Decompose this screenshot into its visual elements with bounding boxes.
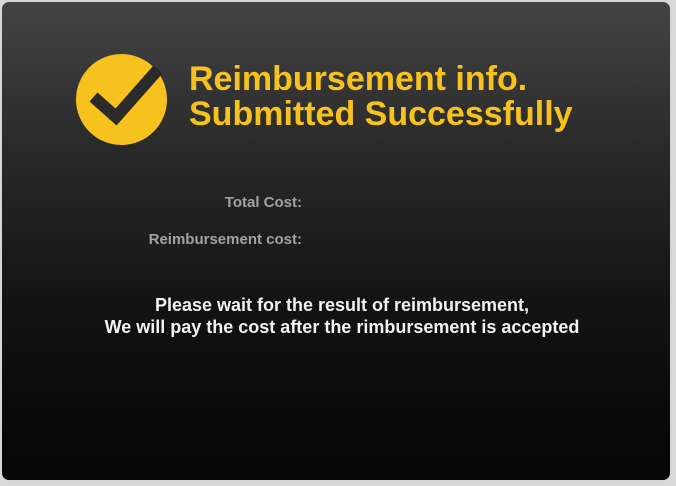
total-cost-label: Total Cost:: [224, 194, 302, 211]
message-line-2: We will pay the cost after the rimbursem…: [104, 317, 580, 337]
title-line-1: Reimbursement info.: [189, 60, 528, 98]
reimbursement-cost-label: Reimbursement cost:: [148, 231, 302, 248]
check-circle-icon: [76, 54, 167, 145]
success-dialog: Reimbursement info. Submitted Successful…: [0, 0, 672, 482]
dialog-title: Reimbursement info. Submitted Successful…: [189, 62, 573, 132]
status-message: Please wait for the result of reimbursem…: [2, 294, 670, 338]
title-line-2: Submitted Successfully: [189, 95, 573, 133]
message-line-1: Please wait for the result of reimbursem…: [154, 295, 530, 315]
